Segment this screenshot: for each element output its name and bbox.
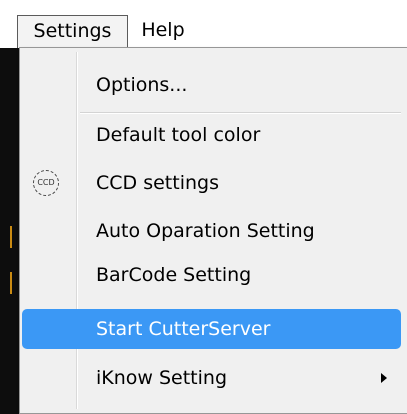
menu-item-ccd-settings[interactable]: CCD CCD settings: [22, 164, 401, 202]
menu-item-label: BarCode Setting: [96, 264, 252, 286]
submenu-arrow-icon: [381, 373, 387, 383]
menu-item-label: Auto Oparation Setting: [96, 220, 315, 242]
menu-item-label: iKnow Setting: [96, 367, 228, 389]
menu-item-default-tool-color[interactable]: Default tool color: [22, 116, 401, 154]
menu-item-options[interactable]: Options...: [22, 66, 401, 104]
menu-item-iknow-setting[interactable]: iKnow Setting: [22, 359, 401, 397]
menu-item-label: Default tool color: [96, 124, 261, 146]
menu-item-label: CCD settings: [96, 172, 219, 194]
menu-help[interactable]: Help: [131, 15, 195, 48]
ccd-icon: CCD: [33, 170, 59, 196]
background-mark: [10, 226, 12, 248]
menu-item-barcode-setting[interactable]: BarCode Setting: [22, 256, 401, 294]
menu-item-label: Start CutterServer: [96, 318, 271, 340]
menu-separator: [80, 112, 401, 114]
menu-settings[interactable]: Settings: [17, 15, 128, 48]
settings-dropdown-menu: Options... Default tool color CCD CCD se…: [19, 47, 407, 414]
menu-item-label: Options...: [96, 74, 188, 96]
menu-item-start-cutterserver[interactable]: Start CutterServer: [22, 309, 401, 349]
menu-item-auto-operation-setting[interactable]: Auto Oparation Setting: [22, 212, 401, 250]
background-mark: [10, 272, 12, 294]
menu-bar: Settings Help: [0, 0, 407, 48]
